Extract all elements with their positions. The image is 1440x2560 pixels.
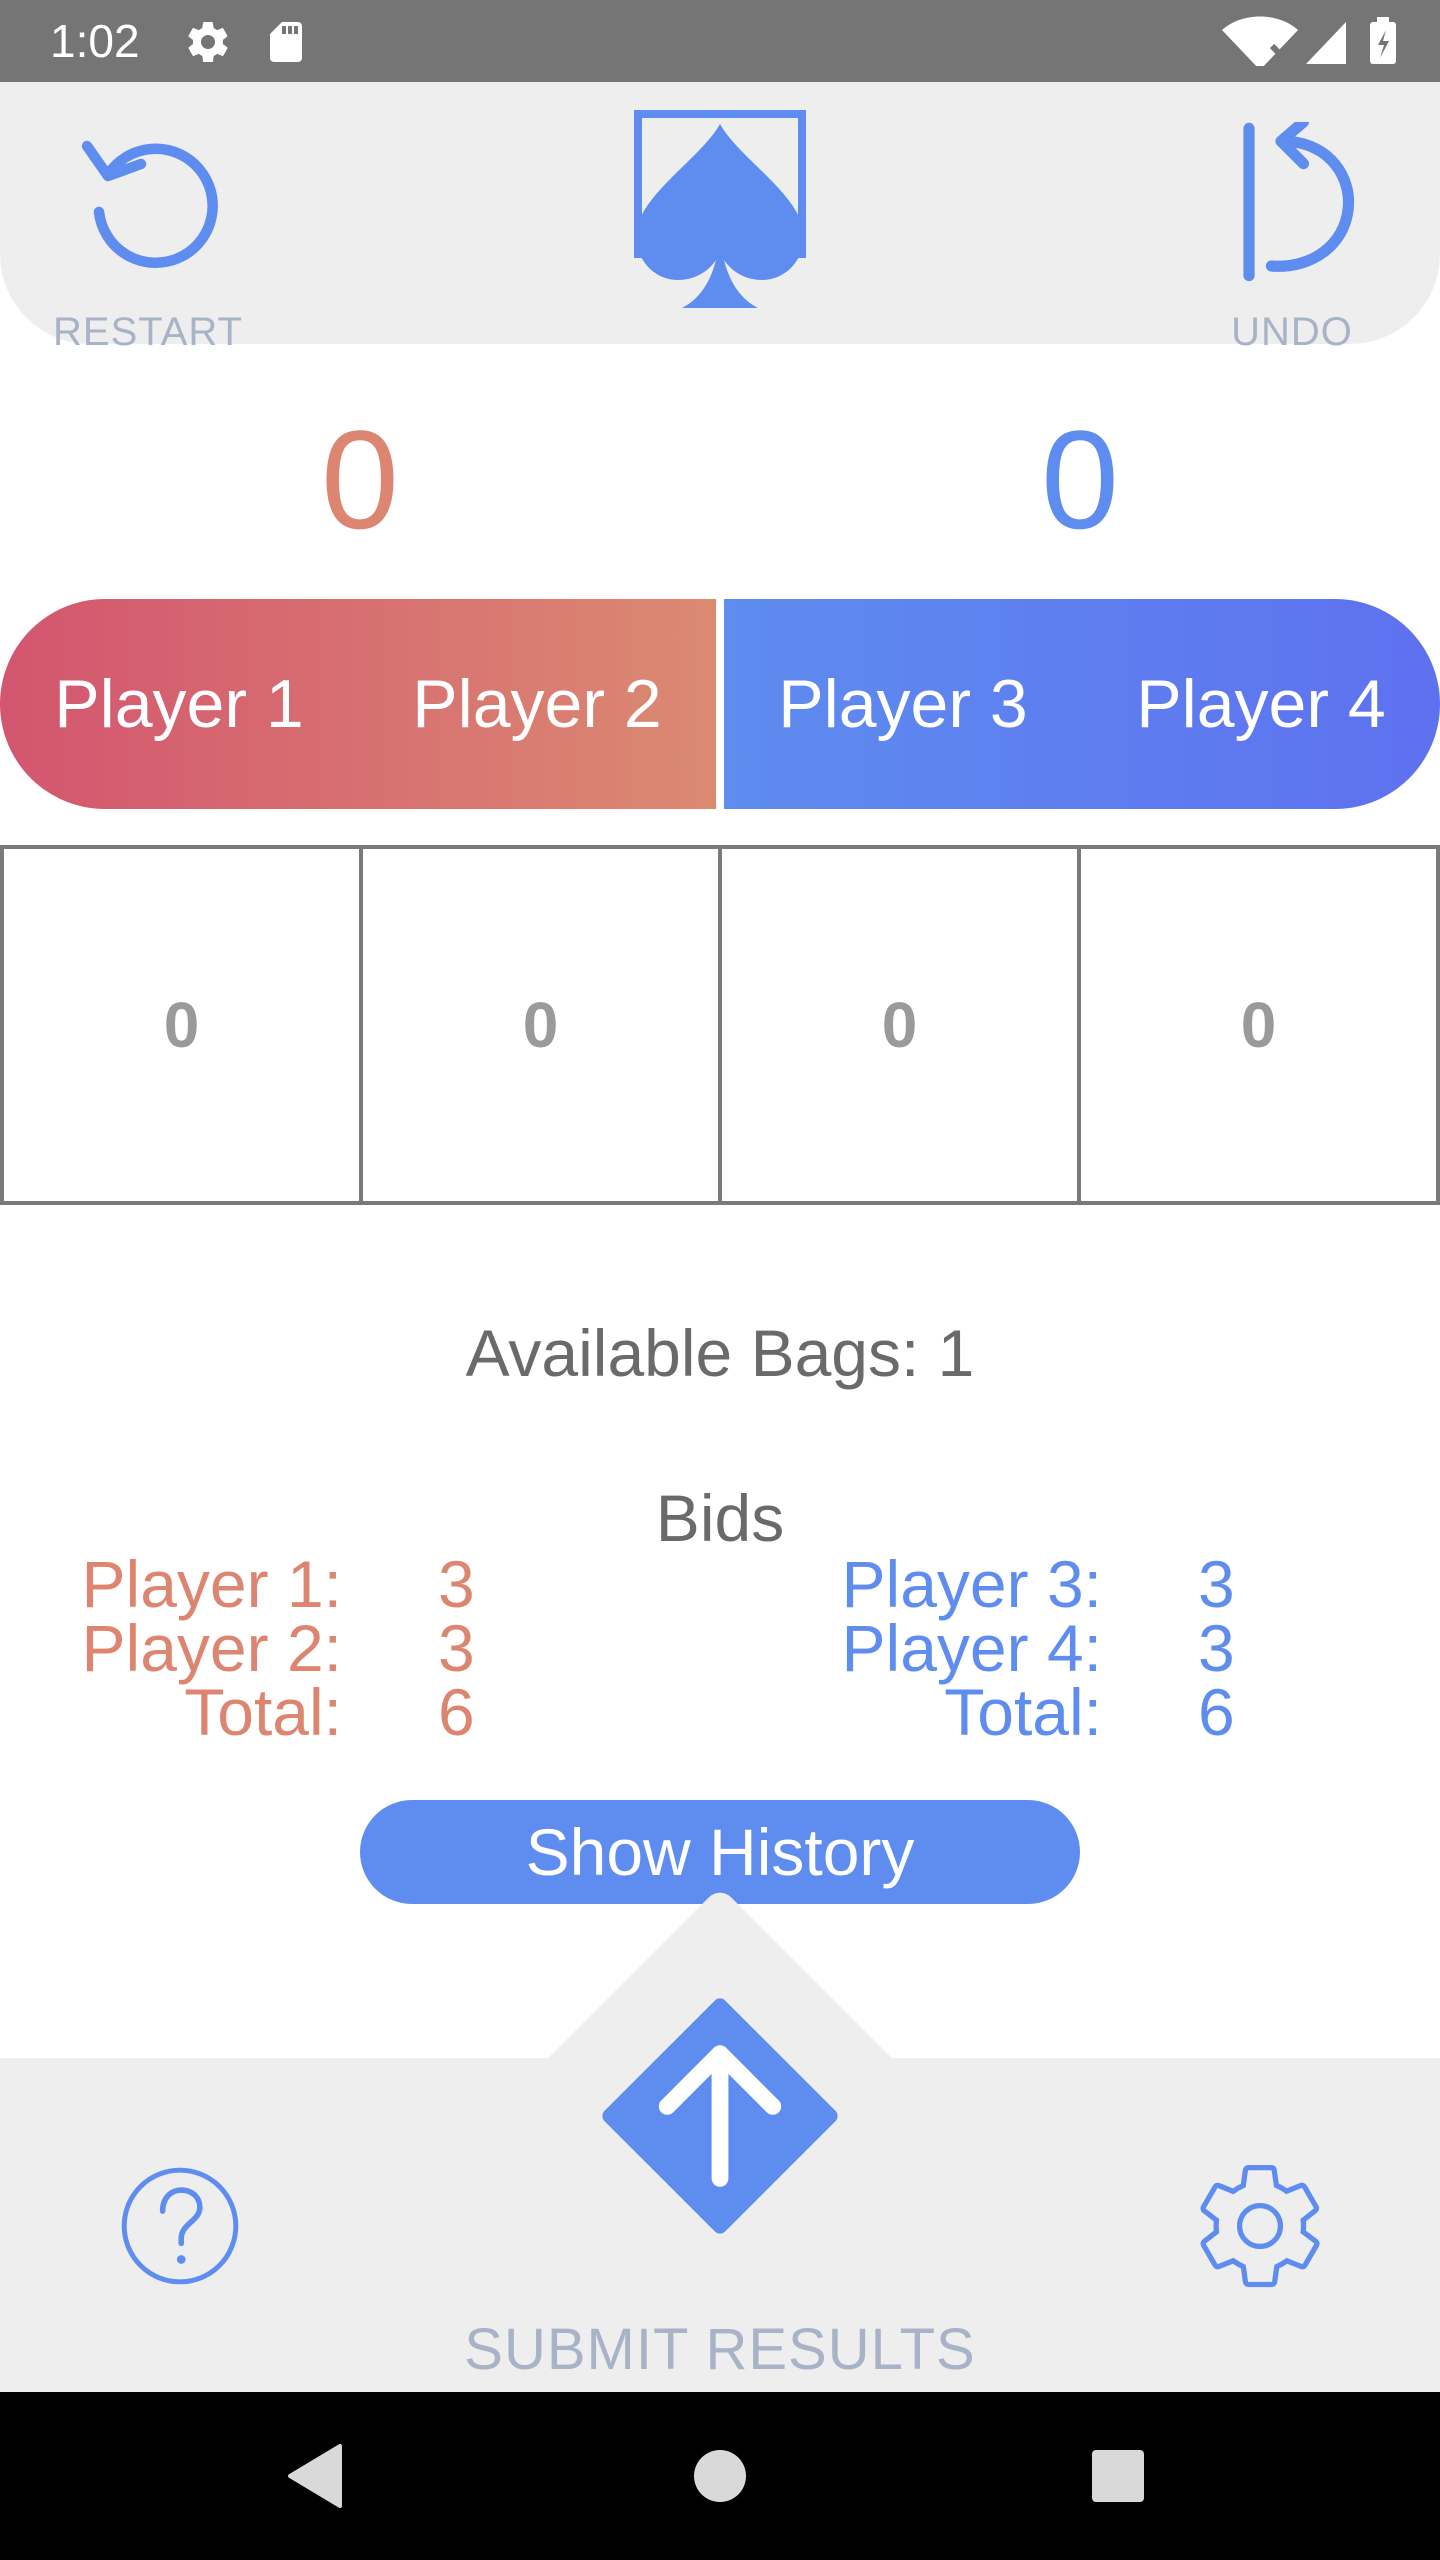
restart-button[interactable]: RESTART: [48, 122, 248, 354]
bid-label-red-total: Total:: [184, 1675, 342, 1749]
player-1-name[interactable]: Player 1: [0, 599, 358, 809]
team-red-score: 0: [321, 401, 399, 558]
back-icon[interactable]: [276, 2436, 356, 2516]
player-2-name[interactable]: Player 2: [358, 599, 716, 809]
team-red-banner: Player 1 Player 2: [0, 599, 716, 809]
help-icon[interactable]: [118, 2164, 242, 2288]
undo-label: UNDO: [1231, 310, 1353, 354]
bid-value-player-4: 3: [1198, 1611, 1235, 1685]
battery-charging-icon: [1370, 17, 1396, 64]
top-toolbar: RESTART UNDO: [0, 82, 1440, 354]
bid-label-player-3: Player 3:: [841, 1547, 1102, 1621]
status-time: 1:02: [50, 15, 140, 67]
home-icon[interactable]: [680, 2436, 760, 2516]
spade-card-icon: [634, 110, 806, 308]
player-3-name[interactable]: Player 3: [724, 599, 1082, 809]
undo-button[interactable]: UNDO: [1192, 122, 1392, 354]
player-4-name[interactable]: Player 4: [1082, 599, 1440, 809]
settings-icon: [188, 21, 228, 63]
player-2-tricks[interactable]: 0: [359, 845, 722, 1205]
bid-label-player-4: Player 4:: [841, 1611, 1102, 1685]
signal-icon: [1306, 22, 1346, 64]
wifi-icon: [1222, 16, 1298, 66]
undo-icon: [1243, 122, 1355, 282]
bid-label-player-2: Player 2:: [81, 1611, 342, 1685]
status-icons: [1222, 16, 1396, 66]
show-history-button[interactable]: Show History: [360, 1800, 1080, 1904]
bids-title: Bids: [655, 1481, 785, 1555]
tricks-row: 0 0 0 0: [0, 845, 1440, 1205]
bid-label-blue-total: Total:: [944, 1675, 1102, 1749]
player-3-tricks[interactable]: 0: [718, 845, 1081, 1205]
player-4-tricks[interactable]: 0: [1077, 845, 1440, 1205]
recents-icon[interactable]: [1078, 2436, 1158, 2516]
sd-card-icon: [270, 22, 302, 62]
gear-icon[interactable]: [1190, 2156, 1330, 2296]
bid-value-red-total: 6: [438, 1675, 475, 1749]
team-blue-score: 0: [1041, 401, 1119, 558]
restart-icon: [81, 140, 218, 268]
available-bags: Available Bags: 1: [465, 1316, 975, 1390]
navigation-bar: [0, 2392, 1440, 2560]
bid-value-player-2: 3: [438, 1611, 475, 1685]
bid-value-player-3: 3: [1198, 1547, 1235, 1621]
status-bar: 1:02: [0, 0, 1440, 82]
submit-results-label: SUBMIT RESULTS: [464, 2317, 976, 2382]
restart-label: RESTART: [53, 310, 243, 354]
player-1-tricks[interactable]: 0: [0, 845, 363, 1205]
submit-results-button[interactable]: [600, 1996, 840, 2236]
team-blue-banner: Player 3 Player 4: [724, 599, 1440, 809]
bid-value-blue-total: 6: [1198, 1675, 1235, 1749]
bid-value-player-1: 3: [438, 1547, 475, 1621]
bid-label-player-1: Player 1:: [81, 1547, 342, 1621]
